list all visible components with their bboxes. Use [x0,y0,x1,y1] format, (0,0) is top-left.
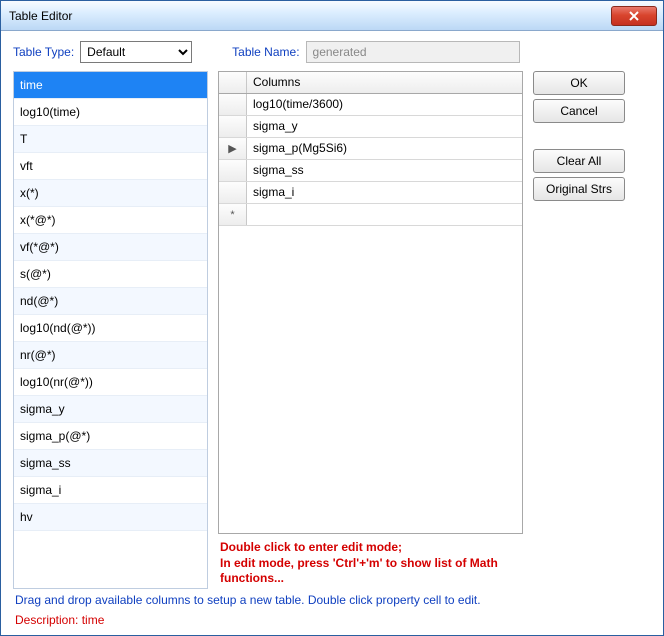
original-strs-button[interactable]: Original Strs [533,177,625,201]
description-label: Description: [15,613,78,627]
table-editor-window: Table Editor Table Type: Default Table N… [0,0,664,636]
available-item[interactable]: sigma_ss [14,450,207,477]
cancel-button[interactable]: Cancel [533,99,625,123]
available-item[interactable]: log10(time) [14,99,207,126]
available-item[interactable]: nd(@*) [14,288,207,315]
top-row: Table Type: Default Table Name: [13,41,651,63]
close-icon [629,11,639,21]
column-cell[interactable]: sigma_i [247,182,522,203]
table-type-label: Table Type: [13,45,74,59]
available-item[interactable]: s(@*) [14,261,207,288]
column-cell[interactable]: log10(time/3600) [247,94,522,115]
available-item[interactable]: x(*) [14,180,207,207]
available-item[interactable]: hv [14,504,207,531]
row-indicator [219,182,247,203]
available-item[interactable]: x(*@*) [14,207,207,234]
row-header-corner [219,72,247,93]
table-row[interactable]: sigma_y [219,116,522,138]
main-row: timelog10(time)Tvftx(*)x(*@*)vf(*@*)s(@*… [13,71,651,589]
client-area: Table Type: Default Table Name: timelog1… [1,31,663,635]
columns-grid-header: Columns [219,72,522,94]
table-row[interactable]: sigma_i [219,182,522,204]
available-item[interactable]: sigma_p(@*) [14,423,207,450]
row-indicator [219,94,247,115]
table-name-label: Table Name: [232,45,299,59]
available-item[interactable]: sigma_y [14,396,207,423]
table-type-select[interactable]: Default [80,41,192,63]
bottom-hints: Drag and drop available columns to setup… [13,589,651,627]
columns-panel: Columns log10(time/3600)sigma_y▶sigma_p(… [218,71,523,589]
available-item[interactable]: time [14,72,207,99]
column-cell[interactable] [247,204,522,225]
table-name-input[interactable] [306,41,520,63]
available-item[interactable]: nr(@*) [14,342,207,369]
table-type-dropdown[interactable]: Default [80,41,192,63]
drag-hint: Drag and drop available columns to setup… [15,593,649,607]
row-indicator [219,160,247,181]
close-button[interactable] [611,6,657,26]
available-columns-list[interactable]: timelog10(time)Tvftx(*)x(*@*)vf(*@*)s(@*… [13,71,208,589]
column-cell[interactable]: sigma_ss [247,160,522,181]
available-item[interactable]: vf(*@*) [14,234,207,261]
columns-header-cell: Columns [247,72,522,93]
available-item[interactable]: T [14,126,207,153]
table-row[interactable]: ▶sigma_p(Mg5Si6) [219,138,522,160]
row-indicator [219,116,247,137]
available-item[interactable]: vft [14,153,207,180]
available-item[interactable]: log10(nd(@*)) [14,315,207,342]
titlebar: Table Editor [1,1,663,31]
buttons-panel: OK Cancel Clear All Original Strs [533,71,625,589]
window-title: Table Editor [9,9,611,23]
row-indicator: * [219,204,247,225]
ok-button[interactable]: OK [533,71,625,95]
description-value: time [82,613,105,627]
table-row[interactable]: sigma_ss [219,160,522,182]
available-item[interactable]: log10(nr(@*)) [14,369,207,396]
column-cell[interactable]: sigma_p(Mg5Si6) [247,138,522,159]
edit-mode-hint: Double click to enter edit mode;In edit … [218,534,523,589]
clear-all-button[interactable]: Clear All [533,149,625,173]
new-row[interactable]: * [219,204,522,226]
column-cell[interactable]: sigma_y [247,116,522,137]
row-indicator: ▶ [219,138,247,159]
columns-grid[interactable]: Columns log10(time/3600)sigma_y▶sigma_p(… [218,71,523,534]
description-line: Description: time [15,613,649,627]
table-row[interactable]: log10(time/3600) [219,94,522,116]
available-item[interactable]: sigma_i [14,477,207,504]
